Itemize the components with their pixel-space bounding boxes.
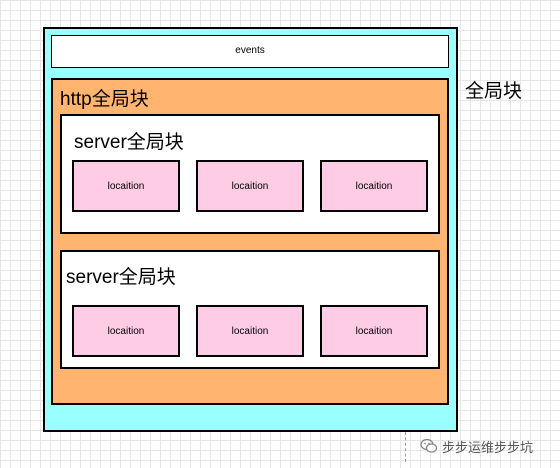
events-block: events	[51, 35, 449, 68]
location-label: locaition	[107, 181, 145, 192]
watermark-text: 步步运维步步坑	[442, 439, 534, 455]
location-label: locaition	[355, 326, 393, 337]
location-block: locaition	[196, 160, 304, 212]
location-label: locaition	[231, 181, 269, 192]
wechat-logo-icon	[420, 438, 438, 453]
http-block-label: http全局块	[60, 89, 149, 110]
location-label: locaition	[231, 326, 269, 337]
location-block: locaition	[72, 305, 180, 357]
location-label: locaition	[355, 181, 393, 192]
server-block-label: server全局块	[74, 132, 184, 153]
watermark: 步步运维步步坑	[420, 436, 533, 456]
location-block: locaition	[72, 160, 180, 212]
global-block-label: 全局块	[465, 81, 523, 102]
location-block: locaition	[320, 160, 428, 212]
location-block: locaition	[320, 305, 428, 357]
location-block: locaition	[196, 305, 304, 357]
location-label: locaition	[107, 326, 145, 337]
server-block-label: server全局块	[66, 267, 176, 288]
events-label: events	[235, 45, 265, 56]
divider-line	[405, 432, 406, 462]
